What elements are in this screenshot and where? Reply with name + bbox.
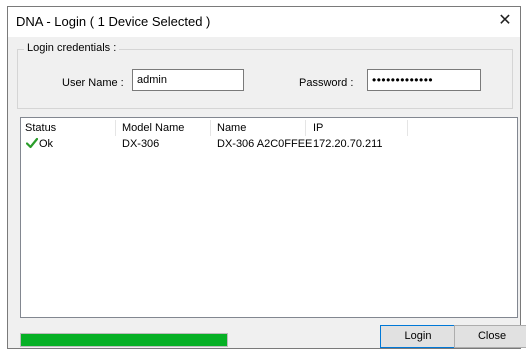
column-separator[interactable] xyxy=(115,120,116,136)
row-status[interactable]: Ok xyxy=(39,138,53,150)
row-name[interactable]: DX-306 A2C0FFEE xyxy=(217,138,312,150)
progress-fill xyxy=(21,334,227,346)
window-title: DNA - Login ( 1 Device Selected ) xyxy=(16,14,211,29)
column-separator[interactable] xyxy=(407,120,408,136)
password-input[interactable] xyxy=(367,69,481,91)
column-header-ip[interactable]: IP xyxy=(313,122,323,134)
group-legend: Login credentials : xyxy=(24,42,120,54)
login-credentials-group: Login credentials : User Name : Password… xyxy=(17,42,513,109)
close-icon[interactable]: ✕ xyxy=(490,7,520,37)
progress-bar xyxy=(20,333,228,347)
username-label: User Name : xyxy=(62,77,124,89)
title-bar: DNA - Login ( 1 Device Selected ) ✕ xyxy=(8,7,520,37)
row-model-name[interactable]: DX-306 xyxy=(122,138,159,150)
login-dialog: DNA - Login ( 1 Device Selected ) ✕ Logi… xyxy=(7,6,526,349)
column-header-status[interactable]: Status xyxy=(25,122,56,134)
column-header-model-name[interactable]: Model Name xyxy=(122,122,184,134)
login-button[interactable]: Login xyxy=(380,325,456,348)
column-separator[interactable] xyxy=(305,120,306,136)
check-icon xyxy=(26,137,38,149)
row-ip[interactable]: 172.20.70.211 xyxy=(313,138,383,150)
column-separator[interactable] xyxy=(210,120,211,136)
column-header-name[interactable]: Name xyxy=(217,122,246,134)
password-label: Password : xyxy=(299,77,354,89)
device-list[interactable]: Status Model Name Name IP Ok DX-306 DX-3… xyxy=(20,117,518,318)
username-input[interactable] xyxy=(132,69,244,91)
close-button[interactable]: Close xyxy=(454,325,526,348)
